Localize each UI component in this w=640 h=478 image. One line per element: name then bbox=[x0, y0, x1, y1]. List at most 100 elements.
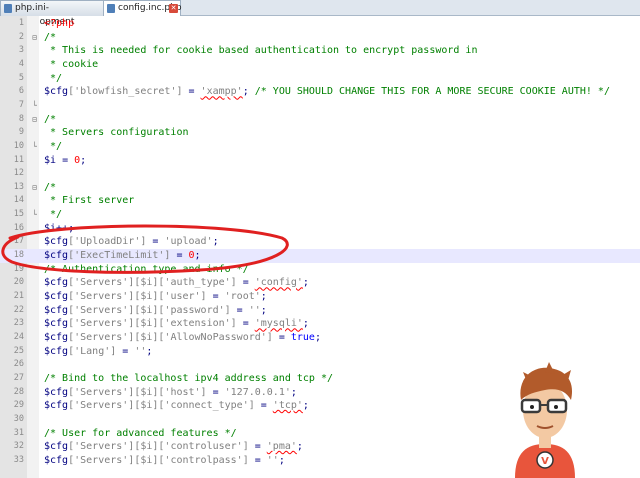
code-line[interactable]: 17 $cfg['UploadDir'] = 'upload'; bbox=[0, 235, 640, 249]
line-number: 26 bbox=[13, 359, 24, 370]
line-number: 20 bbox=[13, 277, 24, 288]
line-number: 14 bbox=[13, 195, 24, 206]
line-number: 23 bbox=[13, 318, 24, 329]
line-number: 1 bbox=[18, 18, 24, 28]
mascot-badge-letter: V bbox=[541, 456, 549, 467]
line-number: 15 bbox=[13, 209, 24, 220]
code-text: $i++; bbox=[44, 222, 75, 234]
code-line[interactable]: 9 * Servers configuration bbox=[0, 126, 640, 140]
code-text: * First server bbox=[44, 195, 135, 207]
code-text: * This is needed for cookie based authen… bbox=[44, 45, 478, 57]
code-line[interactable]: 3 * This is needed for cookie based auth… bbox=[0, 44, 640, 58]
line-number: 2 bbox=[18, 31, 24, 42]
file-icon bbox=[107, 4, 115, 13]
line-number: 3 bbox=[18, 45, 24, 56]
code-line[interactable]: 14 * First server bbox=[0, 194, 640, 208]
code-line[interactable]: 4 * cookie bbox=[0, 58, 640, 72]
fold-collapse-icon[interactable]: ⊟ bbox=[31, 115, 38, 124]
tab-config-inc-php[interactable]: config.inc.php ✕ bbox=[103, 0, 182, 16]
code-line[interactable]: 25 $cfg['Lang'] = ''; bbox=[0, 345, 640, 359]
code-text: $cfg['Servers'][$i]['password'] = ''; bbox=[44, 304, 267, 316]
mascot-avatar-image: V bbox=[515, 362, 575, 478]
code-text: $cfg['Servers'][$i]['extension'] = 'mysq… bbox=[44, 318, 309, 330]
line-number: 4 bbox=[18, 58, 24, 69]
code-text: $cfg['blowfish_secret'] = 'xampp'; /* YO… bbox=[44, 86, 610, 98]
code-text: /* bbox=[44, 31, 57, 43]
code-text: $cfg['Servers'][$i]['host'] = '127.0.0.1… bbox=[44, 386, 297, 398]
line-number: 22 bbox=[13, 304, 24, 315]
line-number: 12 bbox=[13, 168, 24, 179]
fold-collapse-icon[interactable]: ⊟ bbox=[31, 33, 38, 42]
line-number: 19 bbox=[13, 263, 24, 274]
code-text: $cfg['Servers'][$i]['AllowNoPassword'] =… bbox=[44, 331, 321, 343]
line-number: 31 bbox=[13, 427, 24, 438]
code-text: /* Bind to the localhost ipv4 address an… bbox=[44, 372, 333, 384]
line-number: 18 bbox=[13, 250, 24, 261]
code-line[interactable]: 20 $cfg['Servers'][$i]['auth_type'] = 'co… bbox=[0, 276, 640, 290]
code-text: $cfg['Servers'][$i]['connect_type'] = 't… bbox=[44, 400, 309, 412]
tab-php-ini-development[interactable]: php.ini-development bbox=[0, 0, 104, 27]
code-text: /* User for advanced features */ bbox=[44, 427, 237, 439]
line-number: 10 bbox=[13, 140, 24, 151]
code-line[interactable]: 5 */ bbox=[0, 72, 640, 86]
code-text: * Servers configuration bbox=[44, 127, 189, 139]
code-line[interactable]: 10 └ */ bbox=[0, 140, 640, 154]
line-number: 9 bbox=[18, 127, 24, 138]
line-number: 21 bbox=[13, 291, 24, 301]
line-number: 32 bbox=[13, 441, 24, 452]
code-line[interactable]: 24 $cfg['Servers'][$i]['AllowNoPassword']… bbox=[0, 331, 640, 345]
code-line[interactable]: 13 ⊟ /* bbox=[0, 181, 640, 195]
fold-end-icon: └ bbox=[32, 210, 37, 220]
line-number: 13 bbox=[13, 181, 24, 192]
code-line[interactable]: 6 $cfg['blowfish_secret'] = 'xampp'; /* Y… bbox=[0, 85, 640, 99]
code-text: $cfg['UploadDir'] = 'upload'; bbox=[44, 236, 219, 248]
code-line[interactable]: 18 $cfg['ExecTimeLimit'] = 0; bbox=[0, 249, 640, 263]
line-number: 7 bbox=[18, 99, 24, 110]
code-text: $cfg['Servers'][$i]['controlpass'] = ''; bbox=[44, 454, 285, 466]
line-number: 25 bbox=[13, 345, 24, 356]
line-number: 24 bbox=[13, 331, 24, 342]
tab-bar: php.ini-development config.inc.php ✕ bbox=[0, 0, 640, 27]
code-text: * cookie bbox=[44, 58, 99, 70]
code-text: */ bbox=[44, 140, 63, 152]
line-number: 30 bbox=[13, 413, 24, 424]
code-text: */ bbox=[44, 72, 63, 84]
code-line[interactable]: 8 ⊟ /* bbox=[0, 113, 640, 127]
code-line[interactable]: 1 <?php bbox=[0, 17, 640, 31]
code-line[interactable]: 7 └ bbox=[0, 99, 640, 113]
line-number: 33 bbox=[13, 454, 24, 465]
code-text: $cfg['ExecTimeLimit'] = 0; bbox=[44, 250, 201, 262]
code-text: $cfg['Servers'][$i]['auth_type'] = 'conf… bbox=[44, 277, 309, 289]
close-icon[interactable]: ✕ bbox=[169, 4, 178, 13]
code-line[interactable]: 23 $cfg['Servers'][$i]['extension'] = 'my… bbox=[0, 317, 640, 331]
code-text: $cfg['Servers'][$i]['controluser'] = 'pm… bbox=[44, 441, 303, 453]
code-line[interactable]: 22 $cfg['Servers'][$i]['password'] = ''; bbox=[0, 304, 640, 318]
code-text: <?php bbox=[44, 18, 75, 29]
line-number: 27 bbox=[13, 372, 24, 383]
line-number: 6 bbox=[18, 86, 24, 97]
code-text: $i = 0; bbox=[44, 154, 87, 166]
fold-end-icon: └ bbox=[32, 141, 37, 151]
code-line[interactable]: 19 /* Authentication type and info */ bbox=[0, 263, 640, 277]
code-line[interactable]: 21 $cfg['Servers'][$i]['user'] = 'root'; bbox=[0, 290, 640, 304]
code-line[interactable]: 12 bbox=[0, 167, 640, 181]
code-text: /* Authentication type and info */ bbox=[44, 263, 249, 275]
code-line[interactable]: 16 $i++; bbox=[0, 222, 640, 236]
line-number: 5 bbox=[18, 72, 24, 83]
code-line[interactable]: 11 $i = 0; bbox=[0, 154, 640, 168]
code-text: $cfg['Lang'] = ''; bbox=[44, 345, 153, 357]
fold-collapse-icon[interactable]: ⊟ bbox=[31, 183, 38, 192]
line-number: 28 bbox=[13, 386, 24, 397]
code-line[interactable]: 15 └ */ bbox=[0, 208, 640, 222]
code-text: $cfg['Servers'][$i]['user'] = 'root'; bbox=[44, 291, 267, 302]
line-number: 29 bbox=[13, 400, 24, 411]
fold-end-icon: └ bbox=[32, 100, 37, 110]
code-text: /* bbox=[44, 181, 57, 193]
line-number: 11 bbox=[13, 154, 24, 165]
file-icon bbox=[4, 4, 12, 13]
code-line[interactable]: 2 ⊟ /* bbox=[0, 31, 640, 45]
code-text: */ bbox=[44, 209, 63, 221]
line-number: 16 bbox=[13, 222, 24, 233]
line-number: 8 bbox=[18, 113, 24, 124]
code-text: /* bbox=[44, 113, 57, 125]
